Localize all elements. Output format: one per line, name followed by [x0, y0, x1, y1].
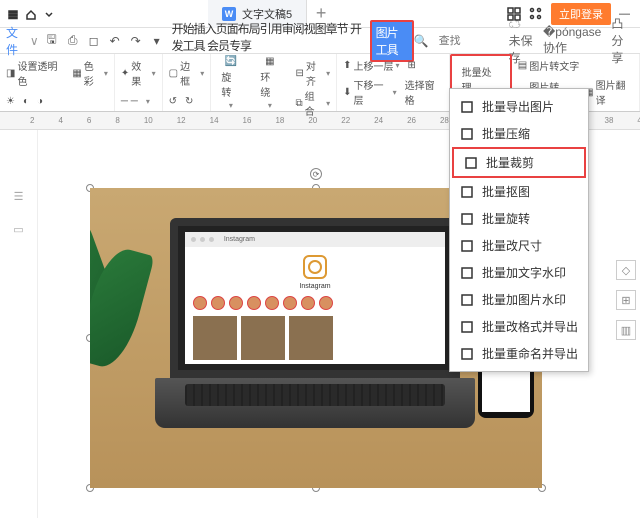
quick-access: 🖫 ⎙ ◻ ↶ ↷ ▾	[39, 32, 170, 50]
effect-btn[interactable]: ✦ 效果▾	[121, 58, 156, 88]
dropdown-item-6[interactable]: 批量加文字水印	[450, 259, 588, 286]
rotate-left-icon[interactable]: ↺	[169, 96, 177, 107]
rotate-right-icon[interactable]: ↻	[185, 96, 193, 107]
home-icon[interactable]	[25, 8, 37, 20]
undo-icon[interactable]: ↶	[106, 32, 124, 50]
preview-icon[interactable]: ◻	[85, 32, 103, 50]
side-tool-2[interactable]: ⊞	[616, 290, 636, 310]
move-down-btn[interactable]: ⬇ 下移一层▾	[343, 77, 397, 107]
border-btn[interactable]: ▢ 边框▾	[169, 58, 205, 88]
dropdown-item-0[interactable]: 批量导出图片	[450, 93, 588, 120]
dropdown-item-8[interactable]: 批量改格式并导出	[450, 313, 588, 340]
dropdown-item-2[interactable]: 批量裁剪	[452, 147, 586, 178]
dropdown-item-7[interactable]: 批量加图片水印	[450, 286, 588, 313]
chevron-down-icon[interactable]	[43, 8, 55, 20]
redo-icon[interactable]: ↷	[127, 32, 145, 50]
group-layer: ⬆ 上移一层▾ ⊞ ⬇ 下移一层▾ 选择窗格	[337, 54, 450, 111]
align-btn[interactable]: ⊟ 对齐▾	[295, 58, 330, 88]
file-menu[interactable]: 文件	[0, 24, 30, 58]
dropdown-item-5[interactable]: 批量改尺寸	[450, 232, 588, 259]
selection-pane-btn[interactable]: 选择窗格	[405, 77, 443, 107]
search-input[interactable]	[439, 35, 499, 47]
dash-btn[interactable]: ─ ─	[121, 96, 138, 107]
transparent-btn[interactable]: ◨ 设置透明色	[6, 58, 64, 88]
page-thumb-icon[interactable]: ▭	[13, 223, 23, 236]
doc-icon: W	[222, 7, 236, 21]
wrap-btn[interactable]: ▦环绕▾	[250, 54, 289, 111]
batch-dropdown: 批量导出图片批量压缩批量裁剪批量抠图批量旋转批量改尺寸批量加文字水印批量加图片水…	[449, 88, 589, 372]
batch-icon	[470, 60, 492, 62]
menubar: 文件 ∨ 🖫 ⎙ ◻ ↶ ↷ ▾ 开始插入页面布局引用审阅视图章节 开发工具 会…	[0, 28, 640, 54]
rotate-btn[interactable]: 🔄旋转▾	[211, 54, 250, 111]
outline-icon[interactable]: ☰	[14, 190, 24, 203]
group-effect: ✦ 效果▾ ─ ─▾	[115, 54, 163, 111]
rotate-handle[interactable]: ⟳	[310, 168, 322, 180]
group-border: ▢ 边框▾ ↺ ↻	[163, 54, 212, 111]
group-color: ◨ 设置透明色▦ 色彩▾ ☀◐◑	[0, 54, 115, 111]
left-gutter: ☰ ▭	[0, 130, 38, 518]
dropdown-item-4[interactable]: 批量旋转	[450, 205, 588, 232]
dropdown-item-9[interactable]: 批量重命名并导出	[450, 340, 588, 367]
dropdown-item-1[interactable]: 批量压缩	[450, 120, 588, 147]
group-align: ⊟ 对齐▾ ⧉ 组合▾	[289, 54, 337, 111]
dropdown-item-3[interactable]: 批量抠图	[450, 178, 588, 205]
search-icon[interactable]: 🔍	[414, 34, 429, 48]
right-sidebar: ◇ ⊞ ▥	[612, 260, 640, 340]
pic-to-text-btn[interactable]: ▤ 图片转文字	[518, 58, 579, 73]
pic-translate-btn[interactable]: ▦ 图片翻译	[584, 77, 633, 107]
move-up-btn[interactable]: ⬆ 上移一层▾	[343, 58, 399, 73]
print-icon[interactable]: ⎙	[64, 32, 82, 50]
coop-label[interactable]: �póngase 协作	[543, 25, 601, 56]
colortone-btn[interactable]: ▦ 色彩▾	[72, 58, 108, 88]
combo-btn[interactable]: ⧉ 组合▾	[295, 88, 330, 118]
more-icon[interactable]: ▾	[148, 32, 166, 50]
save-icon[interactable]: 🖫	[43, 32, 61, 50]
side-tool-1[interactable]: ◇	[616, 260, 636, 280]
window-controls	[0, 8, 208, 20]
selection-pane-icon[interactable]: ⊞	[408, 60, 416, 71]
side-tool-3[interactable]: ▥	[616, 320, 636, 340]
menu-icon[interactable]	[7, 8, 19, 20]
